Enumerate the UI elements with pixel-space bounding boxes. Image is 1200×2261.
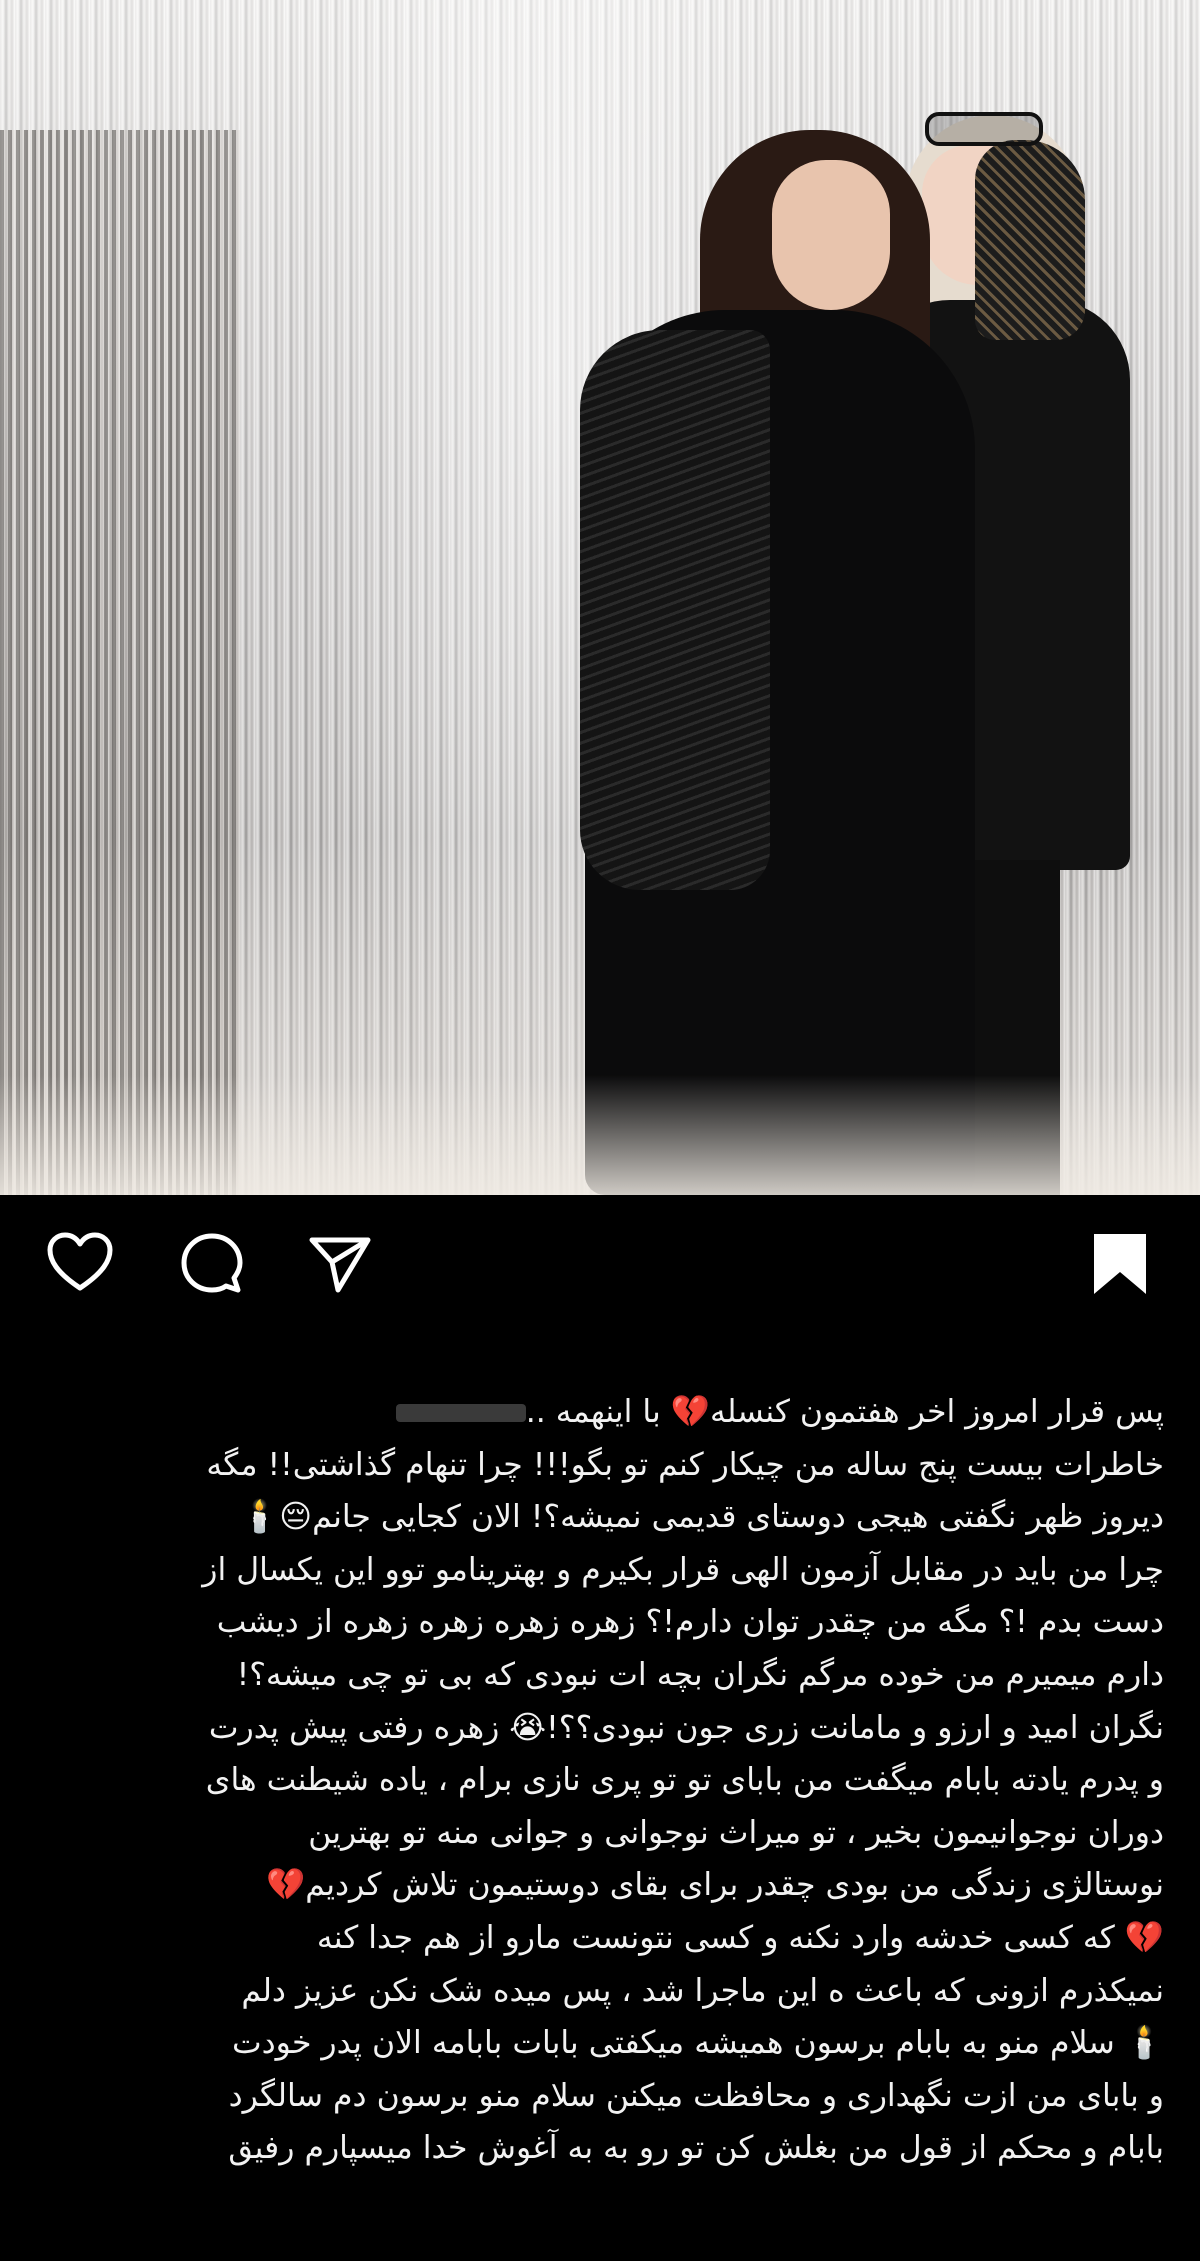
caption-line: دارم میمیرم من خوده مرگم نگران بچه ات نب…	[236, 1656, 1164, 1693]
caption-line: خاطرات بیست پنج ساله من چیکار کنم تو بگو…	[206, 1446, 1164, 1483]
caption-line: و بابای من ازت نگهداری و محافظت میکنن سل…	[228, 2077, 1164, 2114]
heart-icon[interactable]	[44, 1228, 116, 1300]
caption-line: نگران امید و ارزو و مامانت زری جون نبودی…	[208, 1709, 1164, 1746]
bookmark-icon[interactable]	[1084, 1228, 1156, 1300]
share-icon[interactable]	[304, 1228, 376, 1300]
caption-line: نوستالژی زندگی من بودی چقدر برای بقای دو…	[266, 1867, 1164, 1904]
username-redacted[interactable]	[395, 1404, 526, 1422]
caption-line: بابام و محکم از قول من بغلش کن تو رو به …	[228, 2130, 1164, 2167]
post-photo[interactable]	[0, 0, 1200, 1195]
caption-line: پس قرار امروز اخر هفتمون کنسله💔 با اینهم…	[36, 1386, 1164, 1439]
caption-line: 💔 که کسی خدشه وارد نکنه و کسی نتونست مار…	[316, 1919, 1164, 1956]
floor	[0, 1075, 1200, 1195]
caption-line: نمیکذرم ازونی که باعث ه این ماجرا شد ، پ…	[241, 1972, 1164, 2009]
comment-icon[interactable]	[176, 1228, 248, 1300]
caption-line: و پدرم یادته بابام میگفت من بابای تو تو …	[205, 1762, 1164, 1799]
caption-line: دوران نوجوانیمون بخیر ، تو میراث نوجوانی…	[308, 1814, 1164, 1851]
post-caption: پس قرار امروز اخر هفتمون کنسله💔 با اینهم…	[36, 1386, 1164, 2175]
caption-line: دیروز ظهر نگفتی هیجی دوستای قدیمی نمیشه؟…	[240, 1499, 1164, 1536]
caption-line: چرا من باید در مقابل آزمون الهی قرار بکی…	[202, 1551, 1164, 1588]
mirror-reflection	[0, 130, 240, 1195]
caption-line: 🕯️ سلام منو به بابام برسون همیشه میکفتی …	[231, 2025, 1164, 2062]
caption-line: دست بدم !؟ مگه من چقدر توان دارم!؟ زهره …	[216, 1604, 1164, 1641]
